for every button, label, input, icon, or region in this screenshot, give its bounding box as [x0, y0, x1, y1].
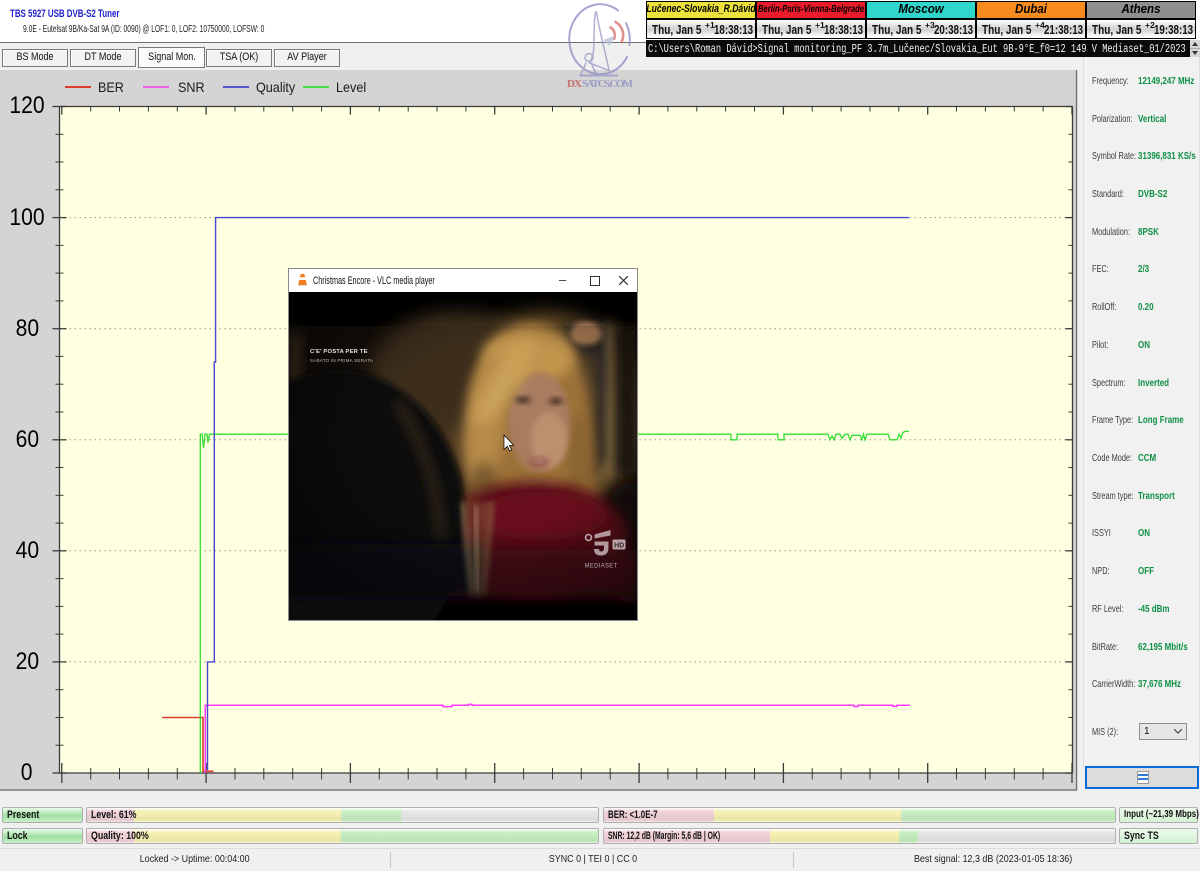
svg-text:MEDIASET: MEDIASET — [585, 564, 618, 570]
svg-text:SATCS.COM: SATCS.COM — [582, 78, 634, 90]
svg-text:SABATO IN PRIMA SERATA: SABATO IN PRIMA SERATA — [310, 358, 374, 363]
svg-text:DX: DX — [567, 78, 582, 90]
svg-text:C'E' POSTA PER TE: C'E' POSTA PER TE — [310, 349, 368, 355]
svg-text:HD: HD — [614, 543, 624, 550]
